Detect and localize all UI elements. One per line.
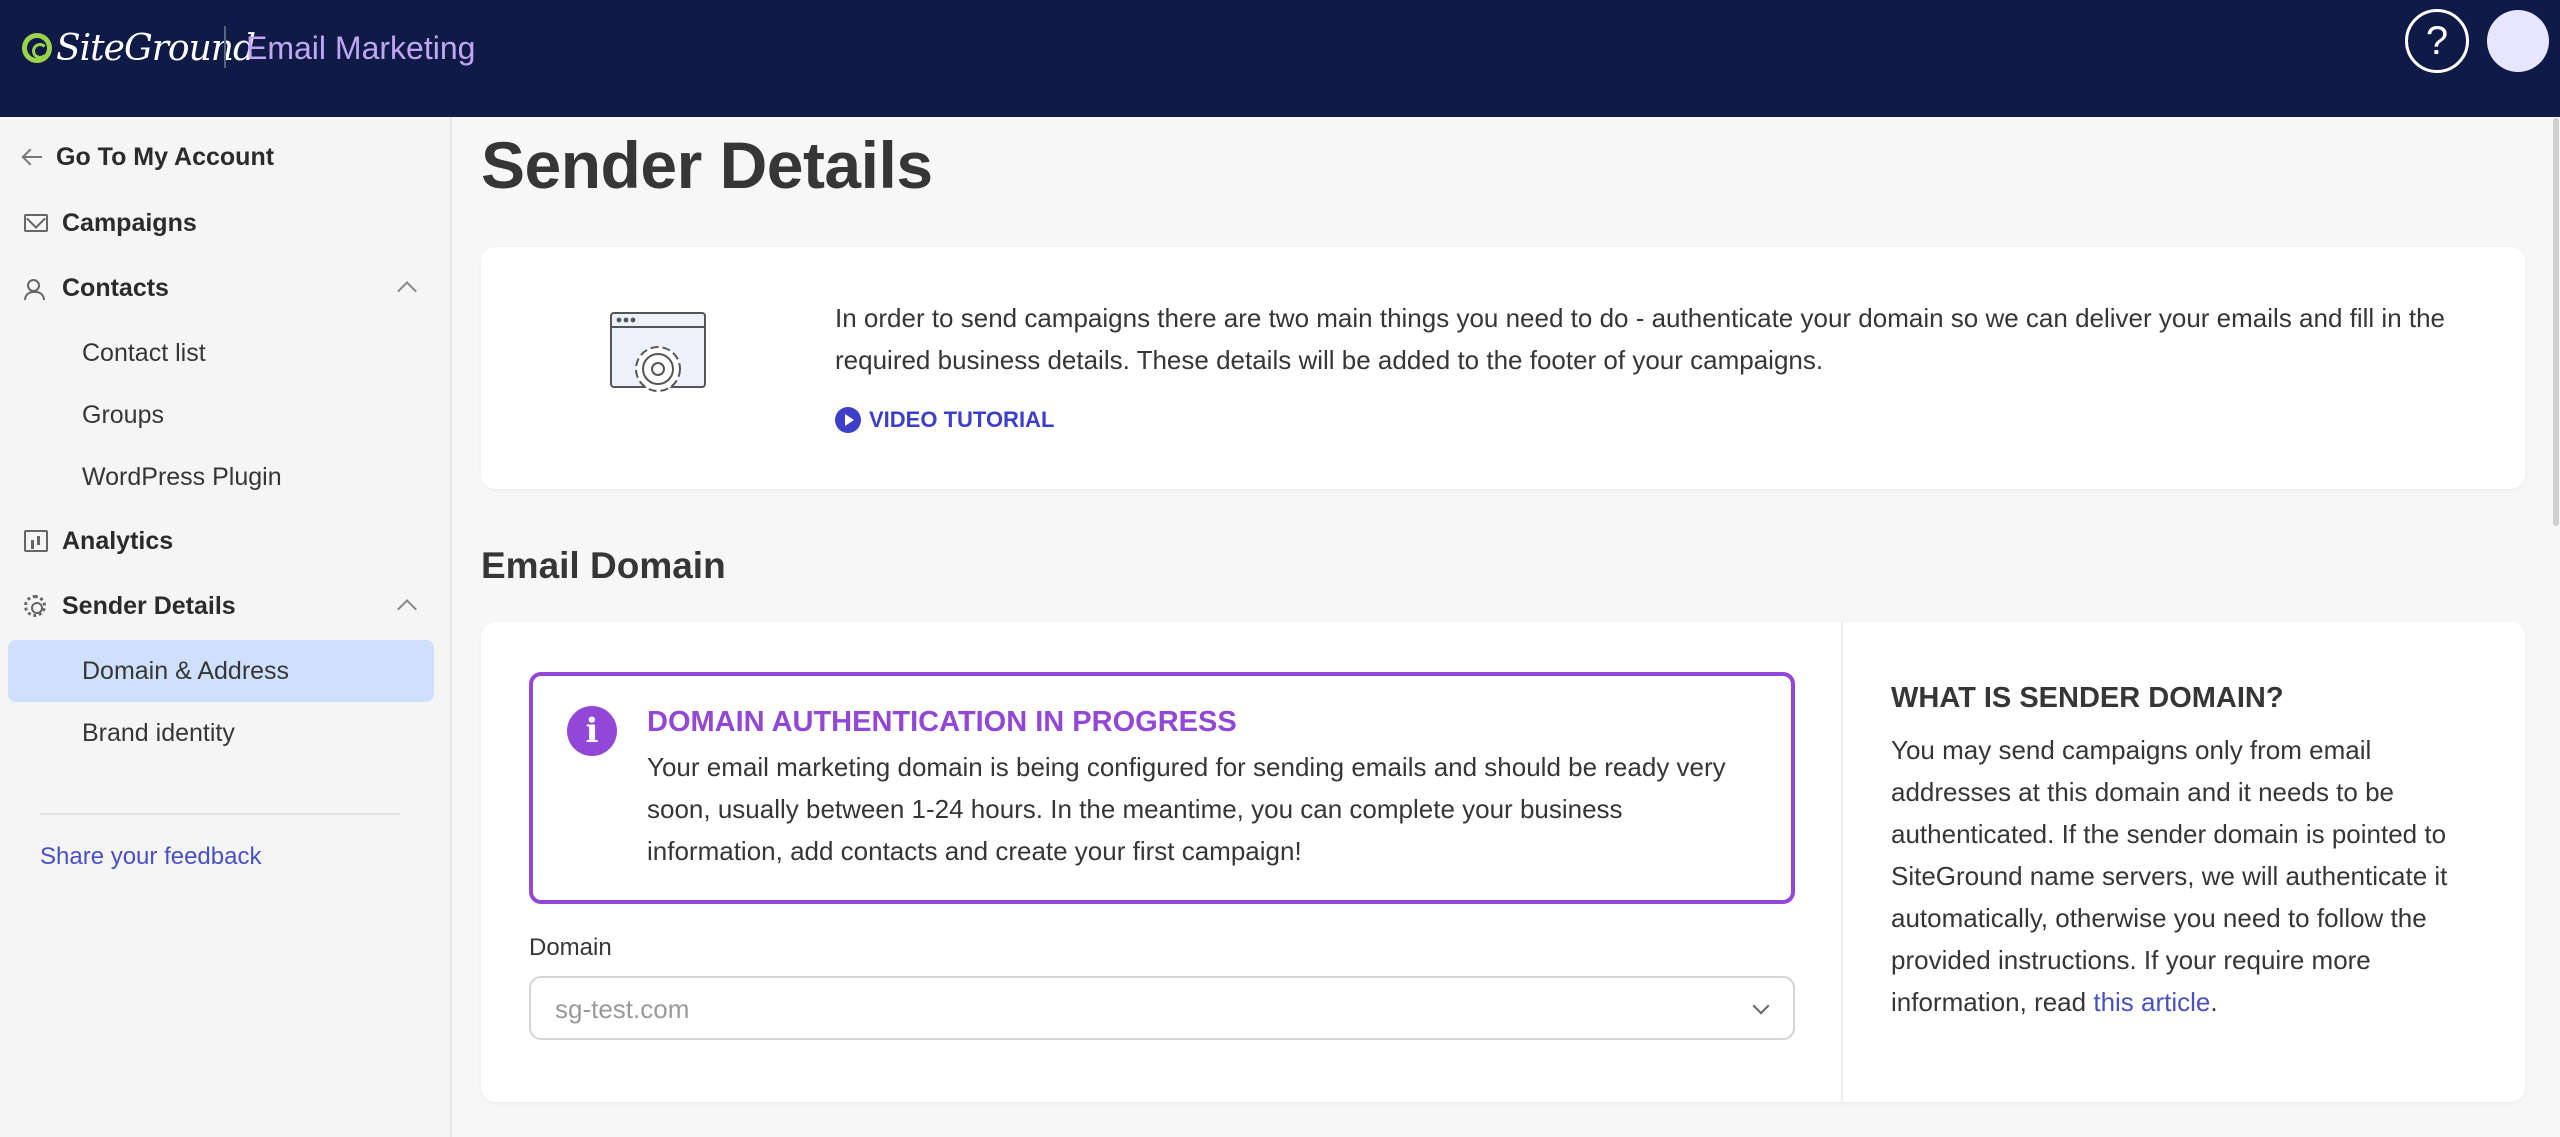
sidebar: Go To My Account Campaigns Contacts Cont… [0, 117, 452, 1137]
notice-text: Your email marketing domain is being con… [647, 752, 1726, 866]
top-bar: SiteGround Email Marketing ? [0, 0, 2560, 117]
sidebar-item-label: Sender Details [62, 591, 236, 620]
chart-icon [24, 530, 48, 552]
sidebar-item-label: Contacts [62, 273, 169, 302]
sidebar-item-contacts[interactable]: Contacts [0, 260, 440, 316]
page-scrollbar[interactable] [2553, 118, 2559, 526]
sidebar-subitem-domain-address[interactable]: Domain & Address [8, 640, 434, 702]
sidebar-item-campaigns[interactable]: Campaigns [0, 195, 440, 251]
help-text-body: You may send campaigns only from email a… [1891, 735, 2448, 1017]
sidebar-subitem-label: WordPress Plugin [82, 462, 282, 491]
chevron-down-icon [1752, 997, 1770, 1015]
sidebar-subitem-contact-list[interactable]: Contact list [8, 322, 434, 384]
siteground-logo[interactable]: SiteGround [22, 26, 256, 70]
chevron-up-icon[interactable] [397, 599, 417, 619]
sidebar-divider [40, 813, 400, 815]
domain-form-panel: i DOMAIN AUTHENTICATION IN PROGRESS Your… [481, 622, 1843, 1102]
sidebar-subitem-label: Brand identity [82, 718, 235, 747]
sidebar-subitem-wordpress-plugin[interactable]: WordPress Plugin [8, 446, 434, 508]
sidebar-item-label: Campaigns [62, 208, 197, 237]
sidebar-subitem-groups[interactable]: Groups [8, 384, 434, 446]
help-text-end: . [2210, 987, 2218, 1017]
header-divider [224, 26, 226, 68]
go-to-my-account-link[interactable]: Go To My Account [0, 129, 440, 185]
help-title: WHAT IS SENDER DOMAIN? [1891, 682, 2284, 714]
main-content: Sender Details In order to send campaign… [453, 117, 2560, 1137]
domain-auth-notice: i DOMAIN AUTHENTICATION IN PROGRESS Your… [529, 672, 1795, 904]
domain-field-label: Domain [529, 934, 612, 961]
mail-icon [24, 214, 48, 232]
email-domain-card: i DOMAIN AUTHENTICATION IN PROGRESS Your… [481, 622, 2525, 1102]
help-button[interactable]: ? [2405, 9, 2469, 73]
sidebar-item-analytics[interactable]: Analytics [0, 513, 440, 569]
help-text: You may send campaigns only from email a… [1891, 729, 2491, 1023]
this-article-link[interactable]: this article [2093, 987, 2210, 1017]
sender-domain-help: WHAT IS SENDER DOMAIN? You may send camp… [1891, 682, 2491, 1023]
share-feedback-link[interactable]: Share your feedback [40, 843, 261, 871]
sidebar-subitem-label: Groups [82, 400, 164, 429]
settings-window-icon [610, 312, 706, 392]
sidebar-subitem-brand-identity[interactable]: Brand identity [8, 702, 434, 764]
video-tutorial-label: VIDEO TUTORIAL [869, 407, 1055, 432]
sidebar-subitem-label: Domain & Address [82, 656, 290, 685]
notice-title: DOMAIN AUTHENTICATION IN PROGRESS [647, 706, 1237, 738]
sidebar-item-sender-details[interactable]: Sender Details [0, 578, 440, 634]
intro-text: In order to send campaigns there are two… [835, 303, 2446, 375]
gear-icon [24, 595, 46, 617]
sidebar-subitem-label: Contact list [82, 338, 206, 367]
users-icon [24, 277, 48, 300]
page-title: Sender Details [481, 128, 933, 202]
avatar[interactable] [2487, 10, 2549, 72]
domain-select-value: sg-test.com [555, 994, 690, 1024]
go-to-my-account-label: Go To My Account [56, 142, 275, 171]
sidebar-item-label: Analytics [62, 526, 174, 555]
info-icon: i [567, 706, 617, 756]
play-icon [835, 407, 861, 433]
section-title-email-domain: Email Domain [481, 545, 726, 586]
siteground-logo-icon [22, 33, 52, 63]
domain-select[interactable]: sg-test.com [529, 976, 1795, 1040]
video-tutorial-link[interactable]: VIDEO TUTORIAL [835, 407, 1054, 433]
app-name: Email Marketing [246, 30, 476, 66]
chevron-up-icon[interactable] [397, 281, 417, 301]
arrow-left-icon [22, 146, 46, 168]
intro-card: In order to send campaigns there are two… [481, 247, 2525, 489]
